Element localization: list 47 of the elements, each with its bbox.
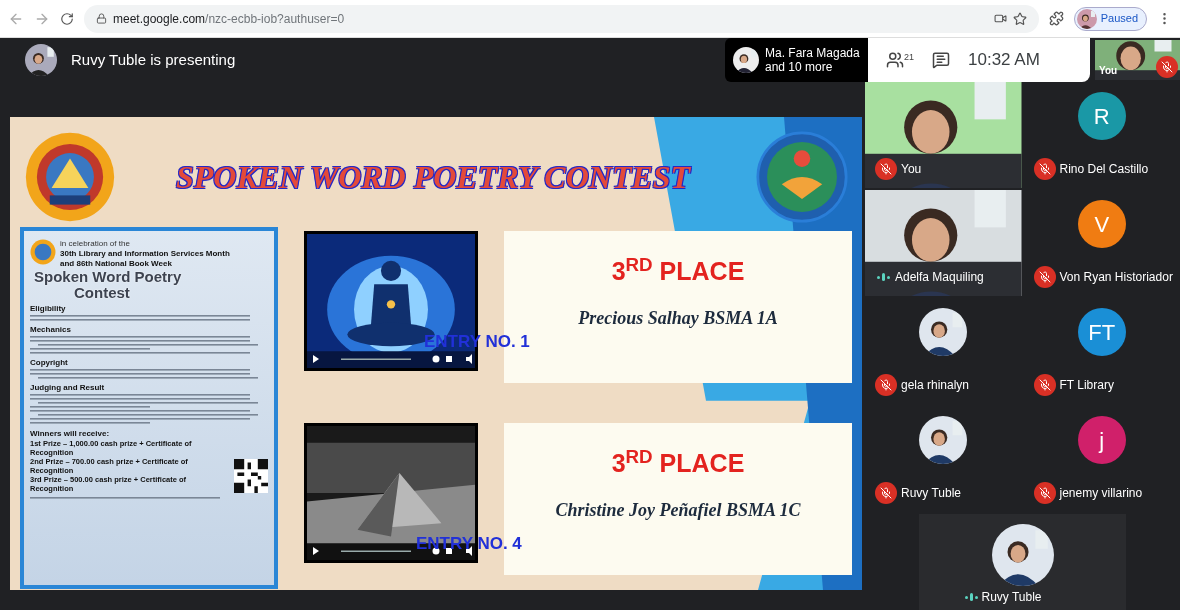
participant-name: You [901,161,922,178]
school-logo-icon [30,239,56,265]
participant-name: Ruvy Tuble [901,485,962,502]
poster-title: Contest [74,285,130,301]
profile-button[interactable]: Paused [1073,6,1147,31]
reload-icon[interactable] [60,11,74,26]
poster-section-heading: Judging and Result [30,383,106,393]
poster-title: Spoken Word Poetry [34,269,182,285]
speaker-name: Ma. Fara Magada [765,46,860,60]
initial-avatar: R [1077,92,1126,140]
url-path: /nzc-ecbb-iob?authuser=0 [205,10,345,28]
camera-icon[interactable] [993,12,1007,25]
initial-avatar: V [1077,200,1126,248]
initial-avatar: j [1077,416,1126,464]
school-logo-icon [24,131,116,223]
poster-section-heading: Eligibility [30,304,67,314]
extensions-icon[interactable] [1048,11,1064,26]
chat-icon[interactable] [932,51,950,69]
library-seal-icon [756,131,848,223]
qr-code-icon [234,459,268,493]
url-host: meet.google.com [113,10,206,28]
meeting-time: 10:32 AM [968,49,1040,72]
bookmark-star-icon[interactable] [1012,11,1027,26]
participant-name: Von Ryan Historiador [1059,269,1173,286]
initial-avatar: FT [1077,308,1126,356]
poster-heading: and 86th National Book Week [60,259,173,269]
lock-icon [96,13,107,24]
poster-section-heading: Winners will receive: [30,429,111,439]
participant-name: gela rhinalyn [901,377,970,394]
poster-section-heading: Copyright [30,358,69,368]
winner-name: Precious Salhay BSMA 1A [578,306,778,330]
place-label: 3$^{RD}$ PLACE [611,445,745,479]
participant-name: FT Library [1059,377,1114,394]
participant-name: Rino Del Castillo [1059,161,1149,178]
speaker-more: and 10 more [765,60,834,74]
poster-heading: 30th Library and Information Services Month [60,249,230,259]
place-label: 3$^{RD}$ PLACE [611,253,745,287]
address-bar[interactable]: meet.google.com/nzc-ecbb-iob?authuser=0 [84,4,1039,33]
participant-count: 21 [904,51,914,64]
presenting-label: Ruvy Tuble is presenting [71,49,236,70]
participant-name: Adelfa Maquiling [895,269,984,286]
people-icon[interactable] [886,51,904,69]
poster-section-heading: Mechanics [30,325,72,335]
participant-name: jenemy villarino [1059,485,1143,502]
poster-intro: in celebration of the [60,239,131,249]
participant-name: Ruvy Tuble [981,589,1042,606]
winner-name: Christine Joy Peñafiel BSMA 1C [555,498,801,522]
